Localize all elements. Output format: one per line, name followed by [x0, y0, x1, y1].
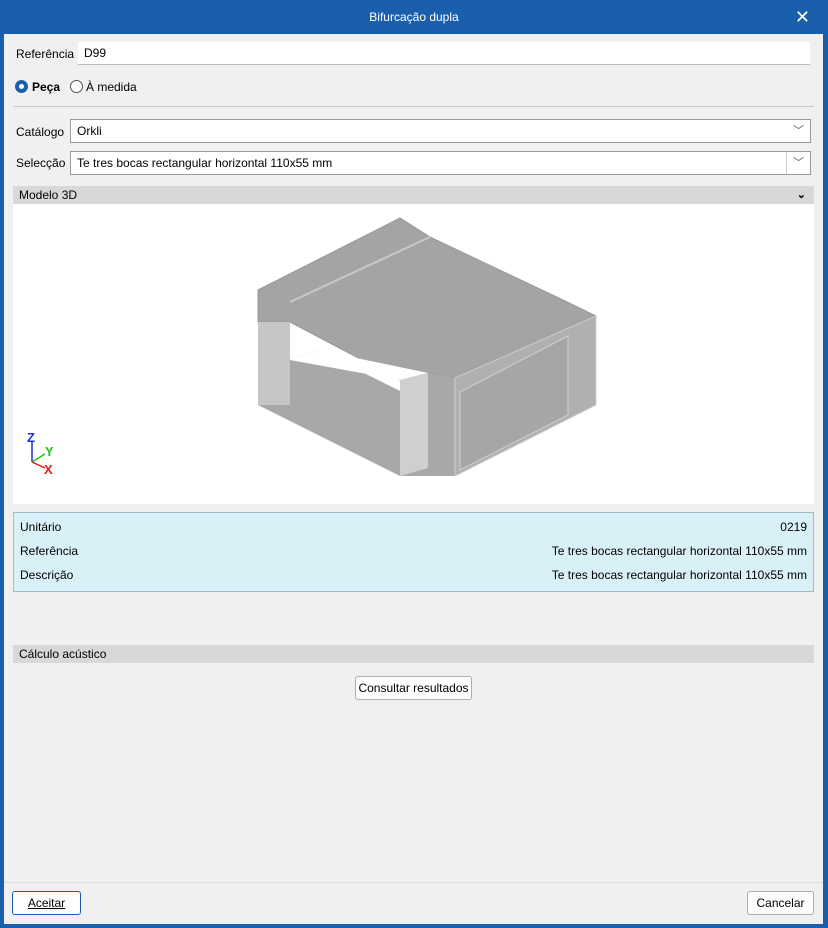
info-row: Unitário 0219	[20, 517, 807, 537]
chevron-down-icon[interactable]: ﹀	[793, 120, 804, 142]
axis-y-label: Y	[45, 444, 54, 459]
info-value: Te tres bocas rectangular horizontal 110…	[551, 544, 807, 558]
divider	[13, 106, 814, 107]
radio-a-medida-label[interactable]: À medida	[86, 80, 137, 94]
cancel-button[interactable]: Cancelar	[747, 891, 814, 915]
radio-a-medida[interactable]	[70, 80, 83, 93]
radio-peca[interactable]	[15, 80, 28, 93]
duct-tee-3d-model	[257, 217, 598, 477]
accept-button[interactable]: Aceitar	[12, 891, 81, 915]
axis-z-label: Z	[27, 430, 35, 445]
calculo-acustico-title: Cálculo acústico	[19, 647, 107, 661]
radio-peca-label[interactable]: Peça	[32, 80, 60, 94]
axis-x-label: X	[44, 462, 53, 477]
catalogo-value: Orkli	[77, 124, 102, 138]
info-label: Unitário	[20, 520, 62, 534]
catalogo-label: Catálogo	[16, 125, 65, 139]
dialog-footer: Aceitar Cancelar	[4, 882, 823, 924]
info-row: Descrição Te tres bocas rectangular horiz…	[20, 565, 807, 585]
info-value: 0219	[780, 520, 807, 534]
catalogo-select[interactable]: Orkli ﹀	[70, 119, 811, 143]
window-title: Bifurcação dupla	[369, 10, 459, 24]
seleccao-select[interactable]: Te tres bocas rectangular horizontal 110…	[70, 151, 811, 175]
info-value: Te tres bocas rectangular horizontal 110…	[551, 568, 807, 582]
model-3d-viewport[interactable]: Z Y X	[13, 204, 814, 504]
modelo-3d-header[interactable]: Modelo 3D ⌄	[13, 186, 814, 204]
collapse-chevron-icon[interactable]: ⌄	[797, 186, 806, 204]
info-label: Referência	[20, 544, 79, 558]
title-bar: Bifurcação dupla ✕	[0, 0, 828, 34]
axis-triad: Z Y X	[27, 430, 67, 477]
close-icon[interactable]: ✕	[795, 0, 810, 34]
chevron-down-icon[interactable]: ﹀	[786, 152, 804, 174]
info-panel: Unitário 0219 Referência Te tres bocas rec…	[13, 512, 814, 592]
referencia-label: Referência	[16, 47, 75, 61]
dialog-body: Referência D99 Peça À medida Catálogo Or…	[4, 34, 823, 924]
seleccao-label: Selecção	[16, 156, 66, 170]
info-label: Descrição	[20, 568, 74, 582]
seleccao-value: Te tres bocas rectangular horizontal 110…	[77, 156, 333, 170]
calculo-acustico-header: Cálculo acústico	[13, 645, 814, 663]
referencia-input[interactable]: D99	[78, 42, 810, 65]
info-row: Referência Te tres bocas rectangular hori…	[20, 541, 807, 561]
consultar-resultados-button[interactable]: Consultar resultados	[355, 676, 472, 700]
modelo-3d-title: Modelo 3D	[19, 188, 78, 202]
